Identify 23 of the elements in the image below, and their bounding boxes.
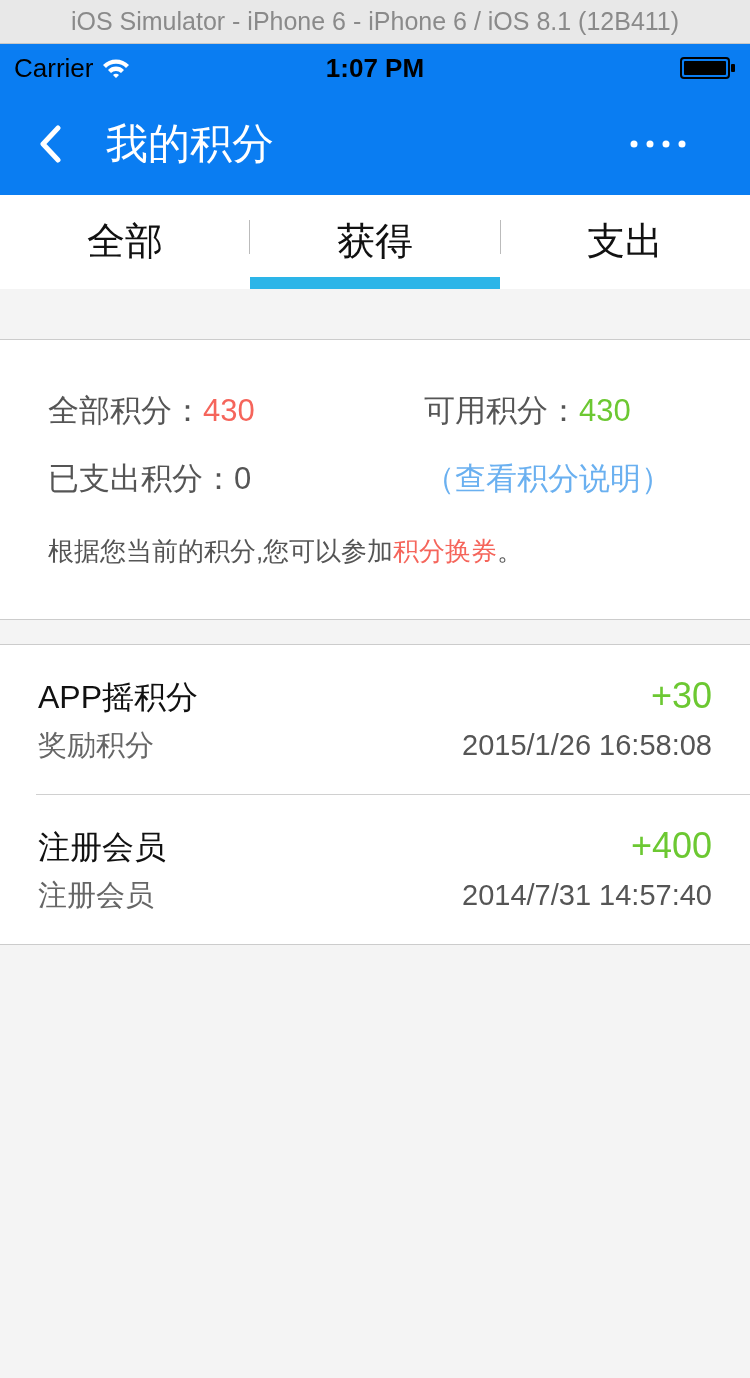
more-icon[interactable] bbox=[630, 139, 686, 148]
battery-icon bbox=[680, 57, 736, 79]
wifi-icon bbox=[101, 57, 132, 79]
back-button[interactable] bbox=[38, 124, 62, 163]
record-amount: +400 bbox=[630, 825, 712, 867]
record-title: APP摇积分 bbox=[38, 678, 199, 717]
record-amount: +30 bbox=[650, 675, 712, 717]
total-points-label: 全部积分：430 bbox=[48, 392, 256, 430]
exchange-note: 根据您当前的积分,您可以参加积分换券。 bbox=[48, 535, 525, 568]
spent-points-label: 已支出积分：0 bbox=[48, 460, 253, 498]
record-type: 注册会员 bbox=[38, 878, 154, 913]
tab[interactable]: 全部 bbox=[0, 195, 250, 289]
available-points-label: 可用积分：430 bbox=[424, 392, 632, 430]
tab[interactable]: 支出 bbox=[500, 195, 750, 289]
record-title: 注册会员 bbox=[38, 828, 166, 867]
record-time: 2015/1/26 16:58:08 bbox=[462, 729, 712, 762]
simulator-title: iOS Simulator - iPhone 6 - iPhone 6 / iOS 8.1 (12B411) bbox=[70, 7, 680, 36]
status-time: 1:07 PM bbox=[325, 52, 425, 84]
carrier-label: Carrier bbox=[14, 52, 94, 84]
tab[interactable]: 获得 bbox=[250, 195, 500, 289]
page-title: 我的积分 bbox=[106, 118, 275, 169]
record-time: 2014/7/31 14:57:40 bbox=[462, 879, 712, 912]
record-type: 奖励积分 bbox=[38, 728, 154, 763]
